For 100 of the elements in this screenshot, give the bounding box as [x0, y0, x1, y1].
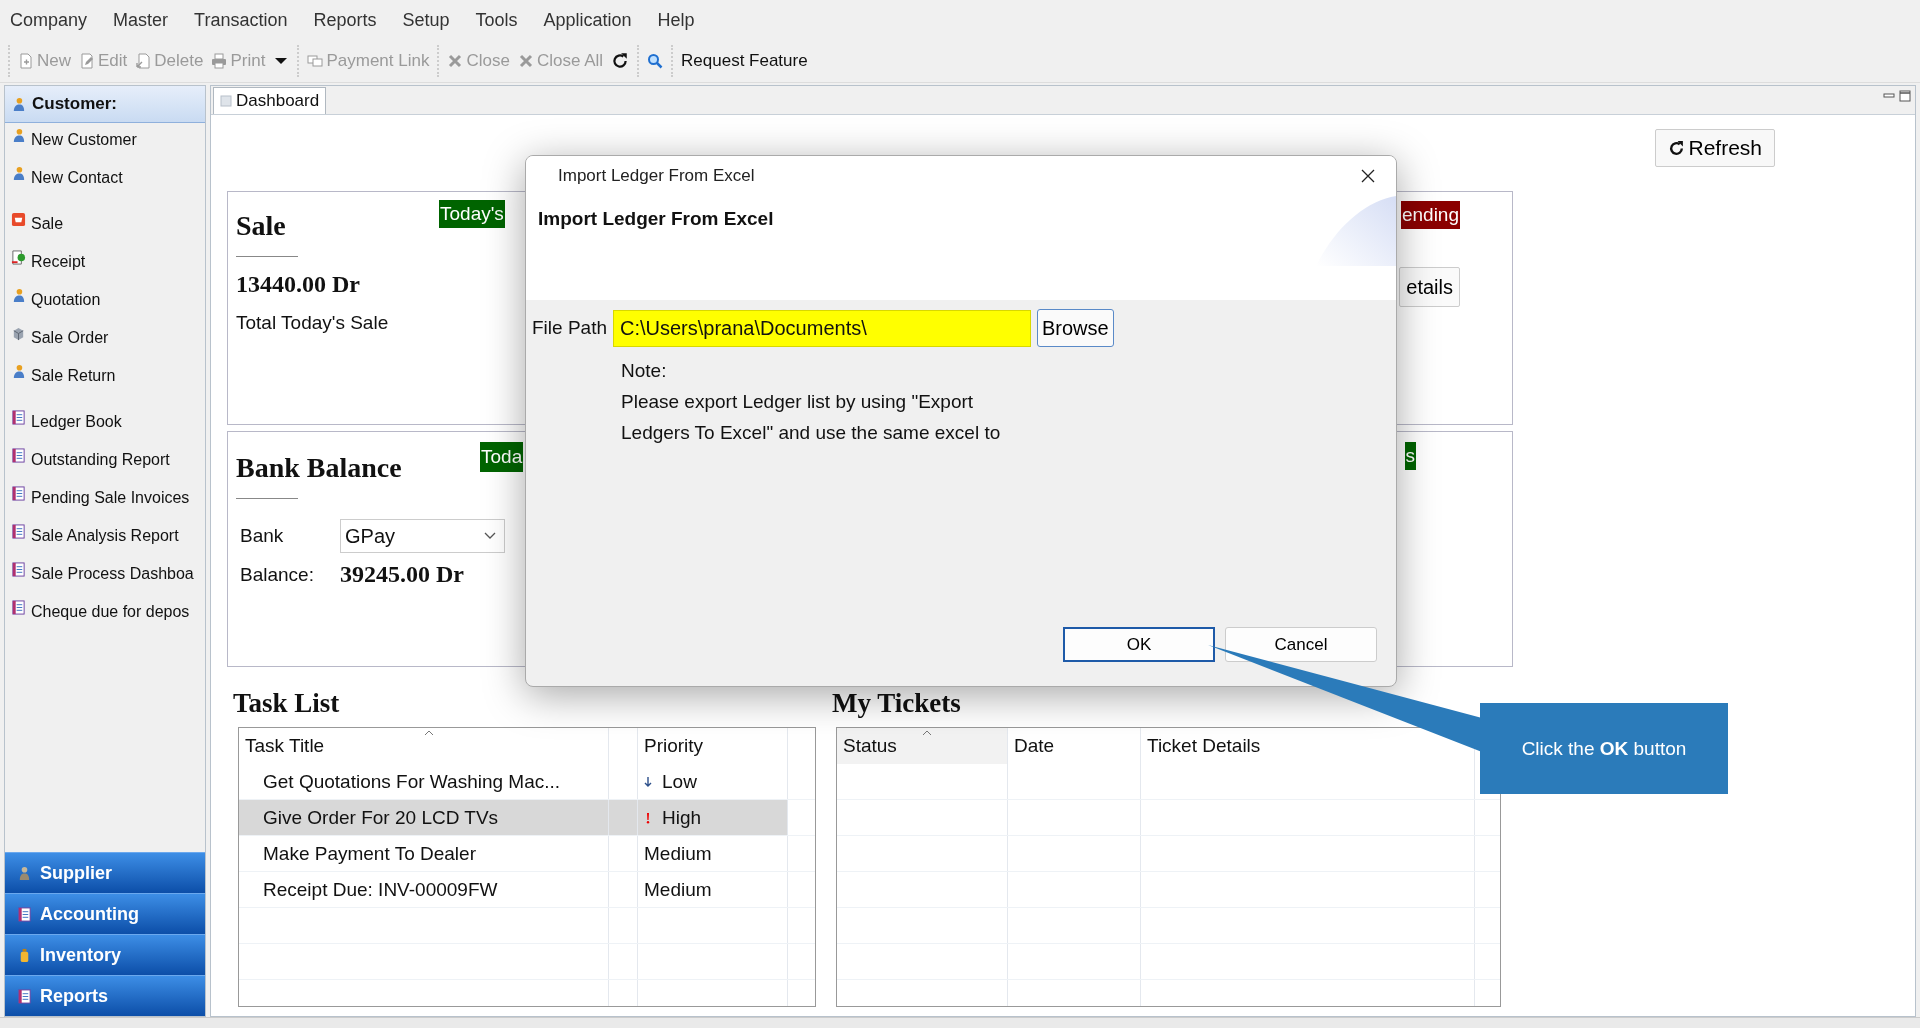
menu-item[interactable]: Application	[543, 9, 632, 31]
delete-icon	[135, 53, 152, 69]
column-header[interactable]: Priority	[638, 728, 788, 764]
new-document-icon	[18, 53, 34, 69]
person-icon	[11, 128, 26, 143]
priority-text: Low	[662, 770, 697, 793]
period-tag: Toda	[480, 442, 524, 472]
sort-caret-icon	[922, 730, 932, 736]
menu-item[interactable]: Tools	[475, 9, 518, 31]
sidebar-section-header[interactable]: Inventory	[5, 934, 205, 975]
person-icon	[11, 288, 26, 303]
edit-icon	[79, 53, 95, 69]
dashboard-tab[interactable]: Dashboard	[213, 87, 327, 114]
link-icon	[307, 53, 324, 69]
sidebar-section-header[interactable]: Reports	[5, 975, 205, 1016]
callout-text: Click the OK button	[1521, 737, 1687, 760]
sidebar-item[interactable]: New Customer	[5, 126, 205, 164]
task-title: Make Payment To Dealer	[263, 842, 476, 865]
sidebar-section-header[interactable]: Accounting	[5, 893, 205, 934]
priority-text: High	[662, 806, 702, 829]
refresh-button[interactable]: Refresh	[1655, 129, 1775, 167]
sidebar-item[interactable]: Ledger Book	[5, 408, 205, 446]
priority-text: Medium	[644, 878, 712, 901]
section-title: My Tickets	[832, 689, 962, 717]
sale-amount: 13440.00 Dr	[236, 271, 361, 298]
report-icon	[11, 410, 26, 425]
status-tag: ending	[1400, 201, 1460, 229]
person-icon	[11, 96, 26, 112]
report-icon	[11, 486, 26, 501]
receipt-icon	[11, 250, 26, 265]
sidebar-section-header[interactable]: Customer:	[5, 86, 205, 123]
menu-item[interactable]: Help	[657, 9, 695, 31]
box-icon	[11, 326, 26, 341]
section-title: Task List	[233, 689, 341, 717]
cart-icon	[11, 212, 26, 227]
search-icon	[647, 53, 664, 69]
field-label: File Path	[532, 317, 607, 339]
close-icon	[447, 53, 464, 69]
sidebar-item[interactable]: Receipt	[5, 248, 205, 286]
period-tag: Today's	[439, 200, 505, 228]
menu-item[interactable]: Reports	[313, 9, 377, 31]
sidebar-section-header[interactable]: Supplier	[5, 852, 205, 893]
sidebar-item[interactable]: Quotation	[5, 286, 205, 324]
person-icon	[11, 166, 26, 181]
balance-label: Balance:	[239, 563, 315, 586]
task-row[interactable]: Receipt Due: INV-00009FW Medium	[239, 872, 815, 908]
column-header[interactable]: Date	[1008, 728, 1141, 764]
report-icon	[11, 600, 26, 615]
card-title: Bank Balance	[236, 452, 403, 484]
task-row[interactable]: Make Payment To Dealer Medium	[239, 836, 815, 872]
toolbar-button[interactable]	[611, 52, 630, 70]
report-icon	[11, 562, 26, 577]
dialog-button[interactable]: OK	[1063, 627, 1215, 662]
person-icon	[11, 364, 26, 379]
bank-dropdown[interactable]: GPay	[340, 519, 505, 553]
task-row[interactable]: Give Order For 20 LCD TVs High	[239, 800, 815, 836]
report-icon	[11, 524, 26, 539]
dialog-heading: Import Ledger From Excel	[538, 208, 774, 230]
close-icon[interactable]	[1360, 168, 1376, 184]
sidebar-item[interactable]: Sale Return	[5, 362, 205, 400]
menu-item[interactable]: Transaction	[194, 9, 288, 31]
column-header[interactable]: Status	[837, 728, 1008, 764]
status-tag: s	[1404, 442, 1416, 470]
note-text: Please export Ledger list by using "Export	[621, 390, 975, 414]
refresh-icon	[611, 52, 630, 70]
printer-icon	[211, 53, 228, 69]
report-icon	[11, 448, 26, 463]
page-icon	[220, 95, 232, 107]
browse-button[interactable]: Browse	[1037, 309, 1114, 347]
chevron-down-icon	[484, 532, 496, 540]
sidebar-item[interactable]: New Contact	[5, 164, 205, 202]
details-button[interactable]: etails	[1399, 267, 1460, 307]
menu-item[interactable]: Company	[10, 9, 88, 31]
dialog-title: Import Ledger From Excel	[558, 166, 755, 186]
dialog-button[interactable]: Cancel	[1225, 627, 1377, 662]
sidebar-item[interactable]: Sale	[5, 210, 205, 248]
sidebar-item[interactable]: Cheque due for depos	[5, 598, 205, 636]
sort-caret-icon	[423, 730, 434, 736]
balance-amount: 39245.00 Dr	[340, 561, 464, 588]
priority-text: Medium	[644, 842, 712, 865]
sale-caption: Total Today's Sale	[236, 312, 390, 334]
refresh-icon	[1668, 139, 1686, 157]
sidebar-item[interactable]: Outstanding Report	[5, 446, 205, 484]
report-icon	[17, 906, 32, 922]
menu-item[interactable]: Setup	[402, 9, 450, 31]
note-text: Ledgers To Excel" and use the same excel to	[621, 421, 1002, 445]
sidebar-item[interactable]: Sale Analysis Report	[5, 522, 205, 560]
sidebar-item[interactable]: Sale Process Dashboa	[5, 560, 205, 598]
person-icon	[17, 865, 32, 881]
toolbar-button[interactable]: Request Feature	[681, 51, 808, 71]
column-header[interactable]: Task Title	[239, 728, 609, 764]
card-title: Sale	[236, 210, 287, 242]
sidebar-item[interactable]: Sale Order	[5, 324, 205, 362]
close-icon	[517, 53, 534, 69]
sidebar-item[interactable]: Pending Sale Invoices	[5, 484, 205, 522]
maximize-icon[interactable]	[1899, 90, 1911, 102]
menu-item[interactable]: Master	[113, 9, 169, 31]
note-text: Note:	[621, 359, 668, 383]
file-path-field[interactable]: C:\Users\prana\Documents\	[613, 309, 1031, 347]
task-title: Give Order For 20 LCD TVs	[263, 806, 499, 829]
